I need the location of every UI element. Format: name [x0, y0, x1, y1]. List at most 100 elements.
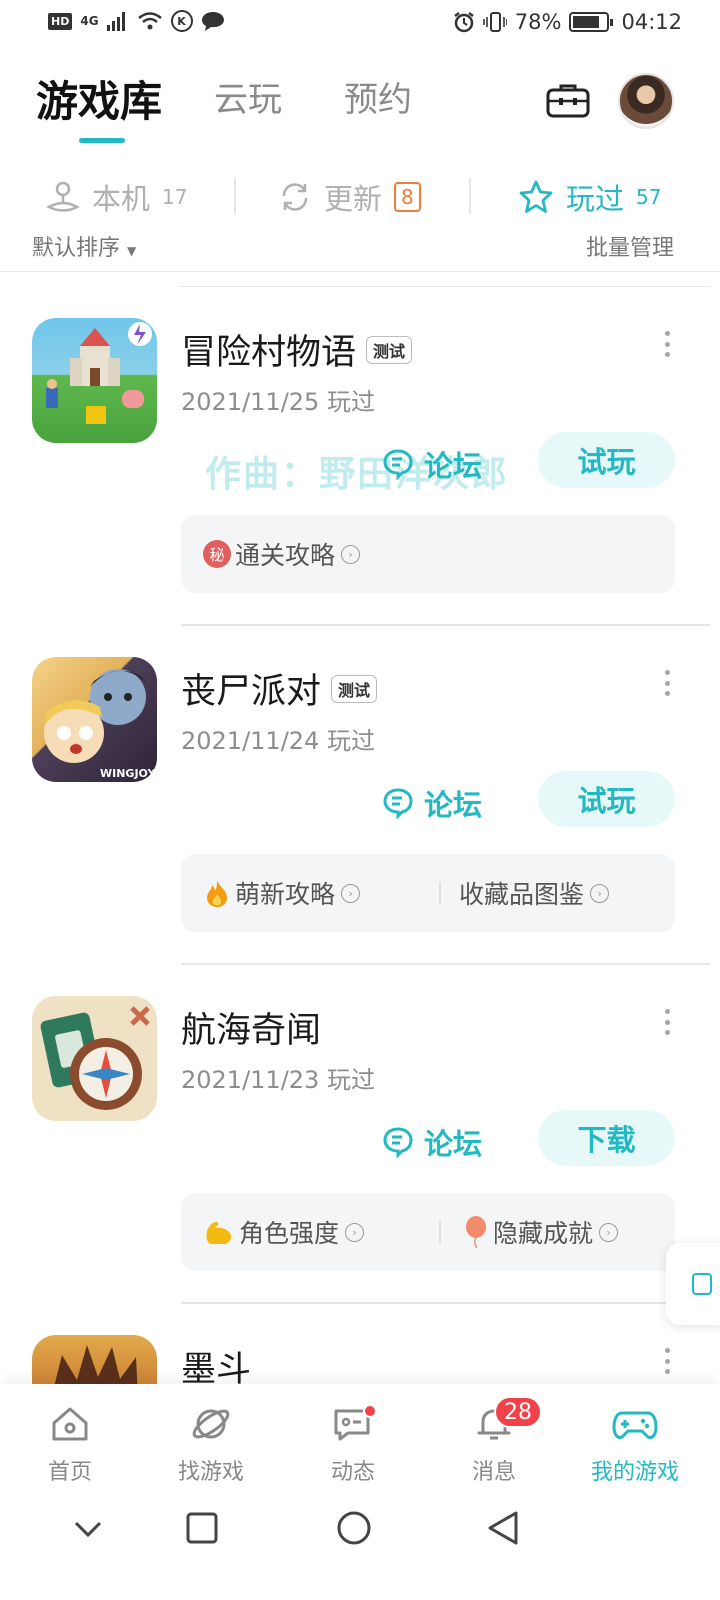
- guide-bar: 秘 通关攻略 ›: [181, 515, 675, 593]
- chevron-right-icon: ›: [341, 544, 361, 564]
- game-icon[interactable]: [32, 1335, 157, 1384]
- briefcase-icon[interactable]: [546, 82, 590, 118]
- guide-link[interactable]: 秘 通关攻略 ›: [203, 515, 361, 593]
- more-options-icon[interactable]: [664, 331, 670, 357]
- hd-icon: HD: [48, 12, 73, 30]
- guide-bar: 角色强度 › 隐藏成就 ›: [181, 1193, 675, 1271]
- lyrics-watermark: 作曲：野田洋次郎: [205, 454, 510, 495]
- chat-bubble-icon: [383, 788, 413, 819]
- avatar[interactable]: [618, 73, 674, 129]
- filter-row: 本机 17 更新 8 玩过 57: [0, 176, 720, 222]
- nav-feed[interactable]: 动态: [293, 1402, 413, 1486]
- home-circle-icon[interactable]: [336, 1510, 372, 1546]
- nav-messages[interactable]: 28 消息: [434, 1396, 554, 1486]
- forum-label: 论坛: [424, 788, 483, 822]
- signal-icon: [106, 12, 125, 31]
- batch-manage-button[interactable]: 批量管理: [586, 232, 674, 262]
- game-name: 冒险村物语: [181, 333, 357, 373]
- guide-link[interactable]: 隐藏成就 ›: [463, 1193, 619, 1271]
- nav-find-games[interactable]: 找游戏: [151, 1402, 271, 1486]
- tab-reservation[interactable]: 预约: [344, 72, 412, 121]
- tab-game-library[interactable]: 游戏库: [36, 68, 162, 143]
- fire-icon: [207, 880, 227, 907]
- chevron-right-icon: ›: [341, 883, 361, 903]
- more-options-icon[interactable]: [664, 670, 670, 696]
- game-name: 丧尸派对: [181, 672, 322, 712]
- filter-local[interactable]: 本机 17: [46, 176, 187, 218]
- guide-label: 角色强度: [239, 1219, 340, 1248]
- game-title[interactable]: 航海奇闻: [181, 1002, 321, 1053]
- guide-link[interactable]: 收藏品图鉴 ›: [459, 854, 610, 932]
- filter-played-count: 57: [636, 185, 662, 209]
- planet-icon: [192, 1409, 230, 1439]
- filter-local-label: 本机: [92, 182, 151, 216]
- zombie-character-icon: WINGJOY: [44, 669, 157, 780]
- guide-link[interactable]: 萌新攻略 ›: [203, 854, 361, 932]
- forum-button[interactable]: 论坛: [382, 1121, 482, 1163]
- update-count-badge: 8: [394, 182, 421, 212]
- more-options-icon[interactable]: [664, 1009, 670, 1035]
- guide-link[interactable]: 角色强度 ›: [203, 1193, 365, 1271]
- game-title[interactable]: 墨斗: [181, 1341, 251, 1384]
- guide-label: 通关攻略: [235, 541, 336, 570]
- joystick-icon: [46, 181, 80, 212]
- chevron-right-icon: ›: [590, 883, 610, 903]
- warrior-character-icon: [54, 1345, 138, 1384]
- list-item[interactable]: 航海奇闻 2021/11/23 玩过 论坛 下载 角色强度 › 隐藏成就 ›: [0, 964, 720, 1304]
- floating-download-button[interactable]: [666, 1243, 720, 1325]
- forum-button[interactable]: 论坛: [382, 782, 482, 824]
- chevron-right-icon: ›: [599, 1222, 619, 1242]
- sort-label: 默认排序: [32, 236, 121, 261]
- back-triangle-icon[interactable]: [486, 1510, 520, 1546]
- guide-label: 隐藏成就: [493, 1219, 594, 1248]
- divider: [439, 1221, 441, 1243]
- vibrate-icon: [482, 12, 507, 32]
- sort-row: 默认排序 ▼ 批量管理: [0, 232, 720, 272]
- nav-label: 动态: [330, 1460, 375, 1485]
- top-tabs: 游戏库 云玩 预约: [36, 72, 474, 152]
- list-item[interactable]: 墨斗: [0, 1303, 720, 1384]
- guide-label: 萌新攻略: [235, 880, 336, 909]
- wifi-icon: [137, 12, 162, 30]
- k-app-icon: K: [170, 10, 193, 32]
- nav-label: 首页: [47, 1460, 92, 1485]
- filter-played[interactable]: 玩过 57: [518, 176, 661, 218]
- game-icon[interactable]: WINGJOY: [32, 657, 157, 782]
- guide-bar: 萌新攻略 › 收藏品图鉴 ›: [181, 854, 675, 932]
- download-button[interactable]: 下载: [538, 1110, 675, 1166]
- alarm-icon: [454, 12, 474, 33]
- game-title[interactable]: 丧尸派对 测试: [181, 663, 378, 714]
- message-count-badge: 28: [494, 1396, 542, 1428]
- compass-icon: [40, 1006, 150, 1110]
- recent-apps-icon[interactable]: [186, 1512, 218, 1544]
- svg-text:WINGJOY: WINGJOY: [100, 767, 157, 780]
- nav-label: 消息: [471, 1460, 516, 1485]
- nav-home[interactable]: 首页: [10, 1402, 130, 1486]
- try-play-button[interactable]: 试玩: [538, 432, 675, 488]
- more-options-icon[interactable]: [664, 1348, 670, 1374]
- try-play-button[interactable]: 试玩: [538, 771, 675, 827]
- home-icon: [52, 1407, 88, 1441]
- game-icon[interactable]: [32, 996, 157, 1121]
- clock: 04:12: [621, 10, 682, 34]
- game-title[interactable]: 冒险村物语 测试: [181, 324, 413, 375]
- divider: [439, 882, 441, 904]
- forum-label: 论坛: [424, 1127, 483, 1161]
- nav-my-games[interactable]: 我的游戏: [575, 1402, 695, 1486]
- played-date: 2021/11/23 玩过: [181, 1066, 375, 1094]
- status-bar: HD 4G K 78% 04:12: [0, 0, 720, 50]
- list-item[interactable]: WINGJOY 丧尸派对 测试 2021/11/24 玩过 论坛 试玩 萌新攻略 …: [0, 625, 720, 965]
- filter-update-label: 更新: [324, 182, 383, 216]
- network-label: 4G: [80, 14, 99, 28]
- tab-cloud-play[interactable]: 云玩: [214, 72, 282, 121]
- game-name: 航海奇闻: [181, 1011, 322, 1051]
- gamepad-icon: [612, 1411, 658, 1439]
- chevron-down-icon[interactable]: [72, 1512, 104, 1544]
- game-icon[interactable]: [32, 318, 157, 443]
- played-date: 2021/11/25 玩过: [181, 388, 375, 416]
- balloon-icon: [466, 1216, 486, 1249]
- sort-dropdown[interactable]: 默认排序 ▼: [32, 232, 136, 262]
- divider: [469, 178, 471, 214]
- filter-update[interactable]: 更新 8: [278, 176, 421, 218]
- divider: [234, 178, 236, 214]
